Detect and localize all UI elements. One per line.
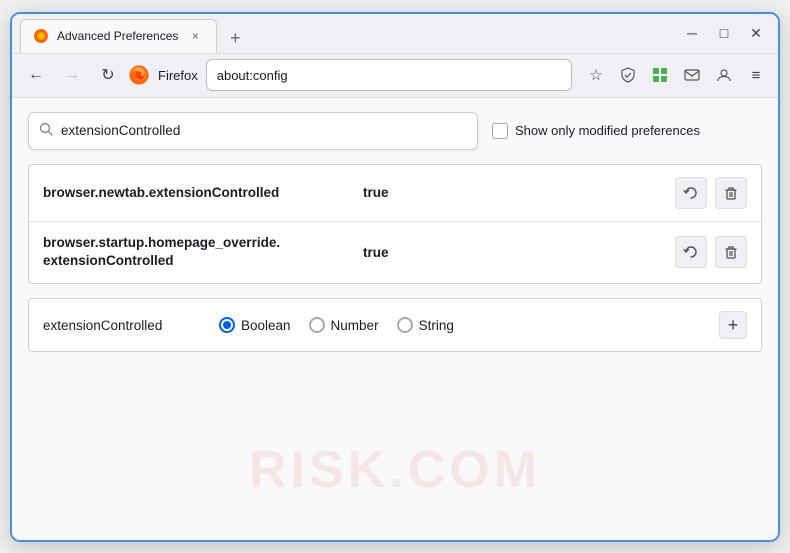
navigation-bar: ← → ↻ Firefox about:config ☆ [12, 54, 778, 98]
maximize-button[interactable]: □ [710, 19, 738, 47]
pref-value-2: true [363, 245, 675, 260]
delete-button-2[interactable] [715, 236, 747, 268]
tab-favicon-icon [33, 28, 49, 44]
number-radio-label: Number [331, 318, 379, 333]
search-input[interactable] [61, 123, 467, 138]
delete-button-1[interactable] [715, 177, 747, 209]
reset-button-2[interactable] [675, 236, 707, 268]
browser-name-label: Firefox [158, 68, 198, 83]
boolean-radio-circle[interactable] [219, 317, 235, 333]
pref-name-1: browser.newtab.extensionControlled [43, 185, 363, 200]
account-icon[interactable] [710, 61, 738, 89]
content-area: RISK.COM Show only modified preferences [12, 98, 778, 540]
back-button[interactable]: ← [20, 59, 52, 91]
show-modified-checkbox[interactable] [492, 123, 508, 139]
add-pref-button[interactable]: + [719, 311, 747, 339]
string-radio[interactable]: String [397, 317, 454, 333]
window-controls: ─ □ ✕ [678, 19, 770, 47]
number-radio[interactable]: Number [309, 317, 379, 333]
title-bar: Advanced Preferences × + ─ □ ✕ [12, 14, 778, 54]
string-radio-circle[interactable] [397, 317, 413, 333]
extension-icon[interactable] [646, 61, 674, 89]
search-row: Show only modified preferences [28, 112, 762, 150]
tab-title: Advanced Preferences [57, 29, 178, 43]
table-row[interactable]: browser.newtab.extensionControlled true [29, 165, 761, 222]
tab-area: Advanced Preferences × + [20, 14, 678, 53]
search-box[interactable] [28, 112, 478, 150]
pref-name-2: browser.startup.homepage_override. exten… [43, 234, 363, 272]
results-table: browser.newtab.extensionControlled true [28, 164, 762, 285]
add-preference-row: extensionControlled Boolean Number Strin… [28, 298, 762, 352]
refresh-button[interactable]: ↻ [92, 59, 124, 91]
toolbar-icons: ☆ [582, 61, 770, 89]
new-tab-button[interactable]: + [221, 25, 249, 53]
boolean-radio[interactable]: Boolean [219, 317, 291, 333]
bookmark-icon[interactable]: ☆ [582, 61, 610, 89]
row-2-actions [675, 236, 747, 268]
tab-close-button[interactable]: × [186, 27, 204, 45]
minimize-button[interactable]: ─ [678, 19, 706, 47]
watermark: RISK.COM [249, 440, 541, 500]
boolean-radio-label: Boolean [241, 318, 291, 333]
row-1-actions [675, 177, 747, 209]
reset-button-1[interactable] [675, 177, 707, 209]
search-icon [39, 122, 53, 139]
close-button[interactable]: ✕ [742, 19, 770, 47]
firefox-logo-icon [128, 64, 150, 86]
show-modified-row[interactable]: Show only modified preferences [492, 123, 700, 139]
browser-window: Advanced Preferences × + ─ □ ✕ ← → ↻ Fir… [10, 12, 780, 542]
add-pref-name: extensionControlled [43, 318, 203, 333]
pref-value-1: true [363, 185, 675, 200]
forward-button[interactable]: → [56, 59, 88, 91]
url-text: about:config [217, 68, 561, 83]
string-radio-label: String [419, 318, 454, 333]
show-modified-label: Show only modified preferences [515, 123, 700, 138]
address-bar[interactable]: about:config [206, 59, 572, 91]
mail-icon[interactable] [678, 61, 706, 89]
table-row[interactable]: browser.startup.homepage_override. exten… [29, 222, 761, 284]
type-radio-group: Boolean Number String [219, 317, 703, 333]
number-radio-circle[interactable] [309, 317, 325, 333]
shield-icon[interactable] [614, 61, 642, 89]
active-tab[interactable]: Advanced Preferences × [20, 19, 217, 53]
menu-icon[interactable]: ≡ [742, 61, 770, 89]
